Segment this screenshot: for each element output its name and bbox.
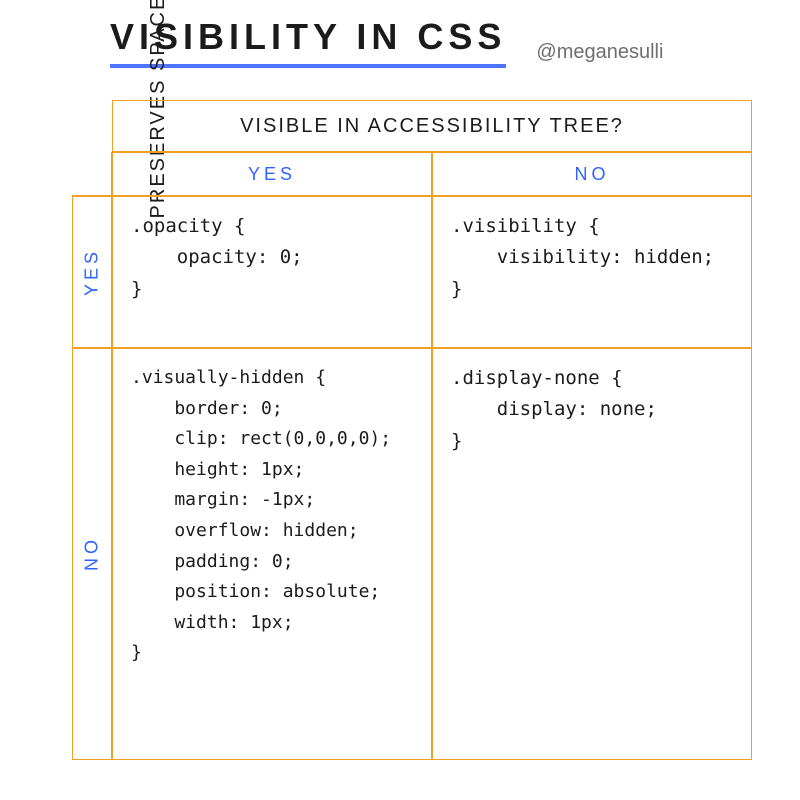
cell-preserves-no-a11y-yes: .visually-hidden { border: 0; clip: rect… — [112, 348, 432, 760]
col-axis-label: Visible in accessibility tree? — [112, 100, 752, 152]
col-header-yes: Yes — [112, 152, 432, 196]
cell-preserves-yes-a11y-no: .visibility { visibility: hidden; } — [432, 196, 752, 348]
cell-preserves-no-a11y-no: .display-none { display: none; } — [432, 348, 752, 760]
cell-preserves-yes-a11y-yes: .opacity { opacity: 0; } — [112, 196, 432, 348]
row-header-no: No — [72, 348, 112, 760]
row-header-yes: Yes — [72, 196, 112, 348]
comparison-table: Preserves space? Visible in accessibilit… — [72, 100, 752, 760]
row-header-spacer-1 — [72, 152, 112, 196]
attribution-handle: @meganesulli — [536, 41, 663, 64]
corner-cell — [72, 100, 112, 152]
col-header-no: No — [432, 152, 752, 196]
